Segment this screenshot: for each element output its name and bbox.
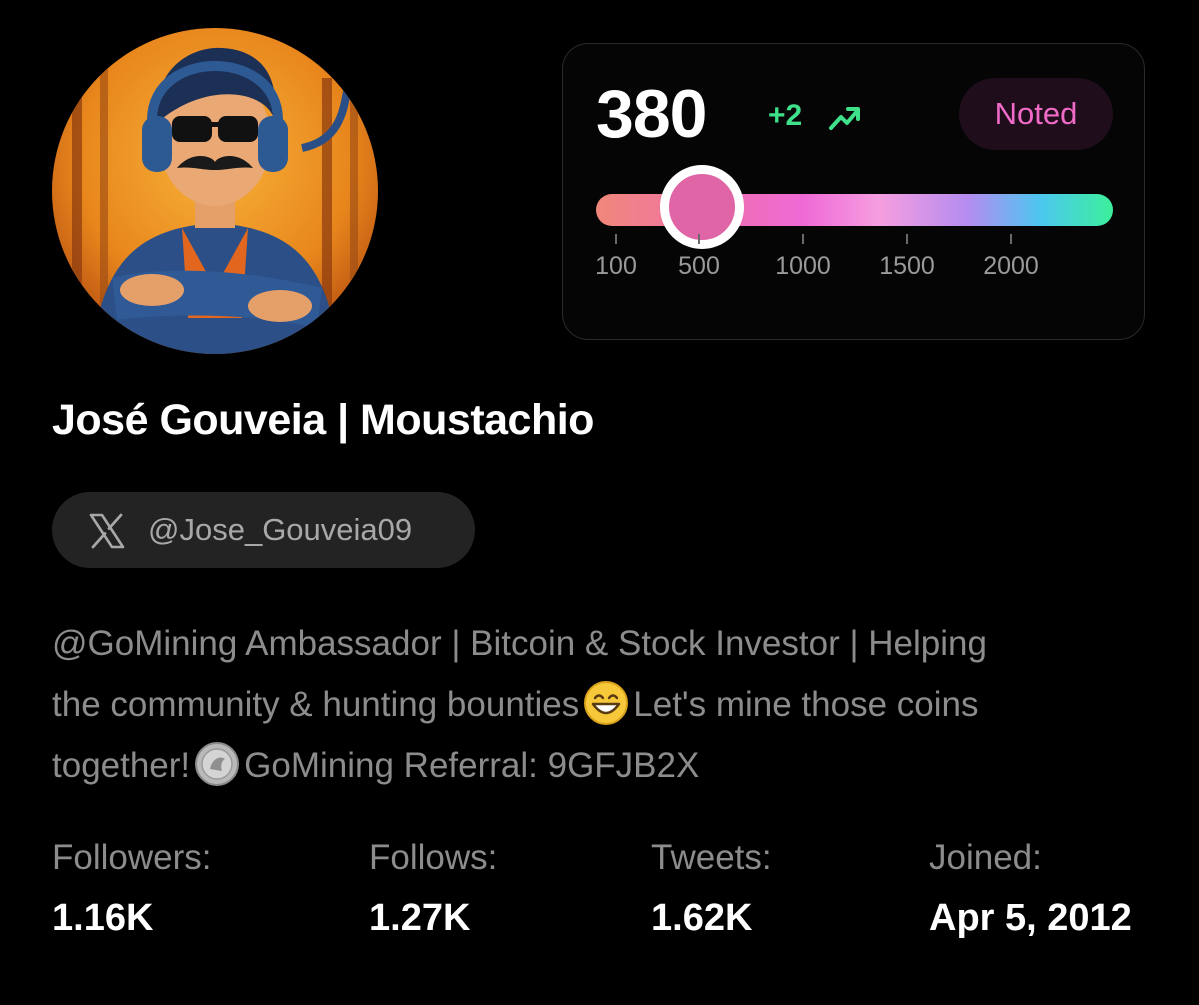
score-value: 380 <box>596 76 707 152</box>
bio-text: together! <box>52 746 191 785</box>
display-name: José Gouveia | Moustachio <box>52 396 594 444</box>
tick-mark-2000 <box>1010 234 1012 244</box>
tick-mark-100 <box>615 234 617 244</box>
x-handle-link[interactable]: @Jose_Gouveia09 <box>52 492 475 568</box>
tick-mark-1000 <box>802 234 804 244</box>
joined-label: Joined: <box>929 838 1042 877</box>
bio-line: @GoMining Ambassador | Bitcoin & Stock I… <box>52 624 987 663</box>
bio-line: together! GoMining Referral: 9GFJB2X <box>52 735 1162 796</box>
trending-up-icon <box>829 107 860 130</box>
follows-count: 1.27K <box>369 897 471 939</box>
bio-text: GoMining Referral: 9GFJB2X <box>244 746 700 785</box>
score-delta: +2 <box>768 99 803 132</box>
score-card: 380 +2 Noted 100 500 1000 1500 2000 <box>562 43 1145 340</box>
tick-label-2000: 2000 <box>983 252 1039 280</box>
followers-label: Followers: <box>52 838 212 877</box>
followers-count: 1.16K <box>52 897 154 939</box>
x-handle-text: @Jose_Gouveia09 <box>148 512 413 547</box>
tweets-label: Tweets: <box>651 838 772 877</box>
joined-date: Apr 5, 2012 <box>929 897 1132 939</box>
avatar-illustration <box>52 28 378 354</box>
bio-text: Let's mine those coins <box>633 685 979 724</box>
avatar <box>52 28 378 354</box>
follows-label: Follows: <box>369 838 498 877</box>
status-badge: Noted <box>959 78 1113 150</box>
grinning-face-emoji <box>584 680 629 725</box>
tick-mark-500 <box>698 234 700 244</box>
tweets-count: 1.62K <box>651 897 753 939</box>
silver-coin-icon <box>195 741 240 786</box>
bio-line: the community & hunting bounties Let's m… <box>52 674 1162 735</box>
x-logo-icon <box>89 513 125 549</box>
profile-bio: @GoMining Ambassador | Bitcoin & Stock I… <box>52 613 1162 796</box>
tick-label-500: 500 <box>678 252 720 280</box>
bio-text: the community & hunting bounties <box>52 685 580 724</box>
tick-mark-1500 <box>906 234 908 244</box>
tick-label-1500: 1500 <box>879 252 935 280</box>
tick-label-1000: 1000 <box>775 252 831 280</box>
score-slider-thumb <box>660 165 744 249</box>
tick-label-100: 100 <box>595 252 637 280</box>
